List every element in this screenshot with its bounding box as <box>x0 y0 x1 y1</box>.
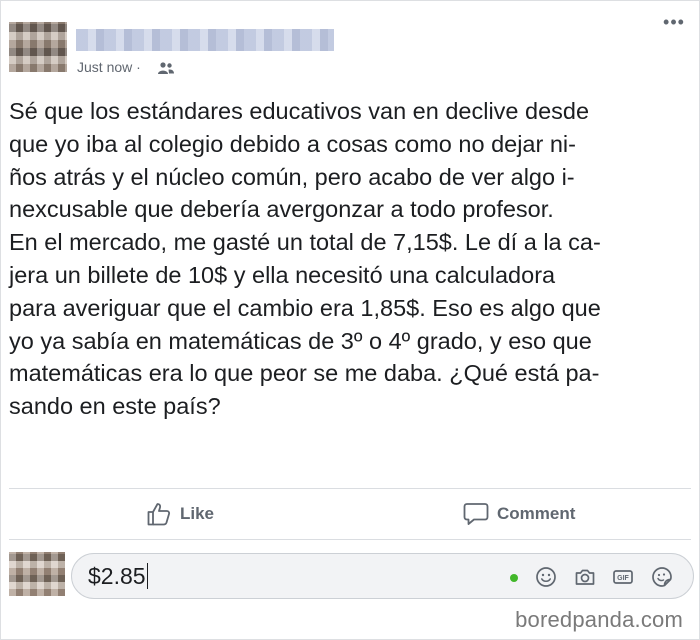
post-text-line: En el mercado, me gasté un total de 7,15… <box>9 229 601 256</box>
post-timestamp[interactable]: Just now · <box>77 59 141 75</box>
author-name-blurred[interactable] <box>76 29 334 51</box>
post-text-line: ños atrás y el núcleo común, pero acabo … <box>9 163 575 190</box>
post-text-line: jera un billete de 10$ y ella necesitó u… <box>9 261 556 288</box>
friends-icon <box>158 62 174 74</box>
thumbs-up-icon <box>147 503 171 526</box>
author-avatar[interactable] <box>9 22 67 72</box>
gif-icon[interactable]: GIF <box>612 566 634 588</box>
post-text-line: sando en este país? <box>9 393 221 420</box>
facebook-post: Just now · ••• Sé que los estándares edu… <box>0 0 700 640</box>
sticker-icon[interactable] <box>651 566 673 588</box>
post-text-line: nexcusable que debería avergonzar a todo… <box>9 196 554 223</box>
commenter-avatar[interactable] <box>9 552 65 596</box>
camera-icon[interactable] <box>574 566 596 588</box>
more-options-icon: ••• <box>663 12 685 32</box>
comment-label: Comment <box>497 504 576 523</box>
gif-text: GIF <box>617 575 629 582</box>
post-text-line: Sé que los estándares educativos van en … <box>9 98 590 124</box>
post-text-line: matemáticas era lo que peor se me daba. … <box>9 360 600 387</box>
post-text-line: que yo iba al colegio debido a cosas com… <box>9 130 576 157</box>
emoji-icon[interactable] <box>535 566 557 588</box>
divider <box>9 539 691 540</box>
comment-icon <box>463 503 489 525</box>
online-status-dot <box>510 574 518 582</box>
like-label: Like <box>180 504 215 523</box>
comment-button[interactable]: Comment <box>463 497 575 531</box>
post-text: Sé que los estándares educativos van en … <box>9 95 694 423</box>
like-button[interactable]: Like <box>146 497 214 531</box>
watermark: boredpanda.com <box>515 607 683 632</box>
comment-composer[interactable]: $2.85 GIF <box>71 553 694 599</box>
post-text-line: para averiguar que el cambio era 1,85$. … <box>9 294 601 321</box>
comment-input[interactable]: $2.85 <box>88 563 148 589</box>
divider <box>9 488 691 489</box>
post-text-line: yo ya sabía en matemáticas de 3º o 4º gr… <box>9 327 592 354</box>
more-options-button[interactable]: ••• <box>661 12 687 35</box>
